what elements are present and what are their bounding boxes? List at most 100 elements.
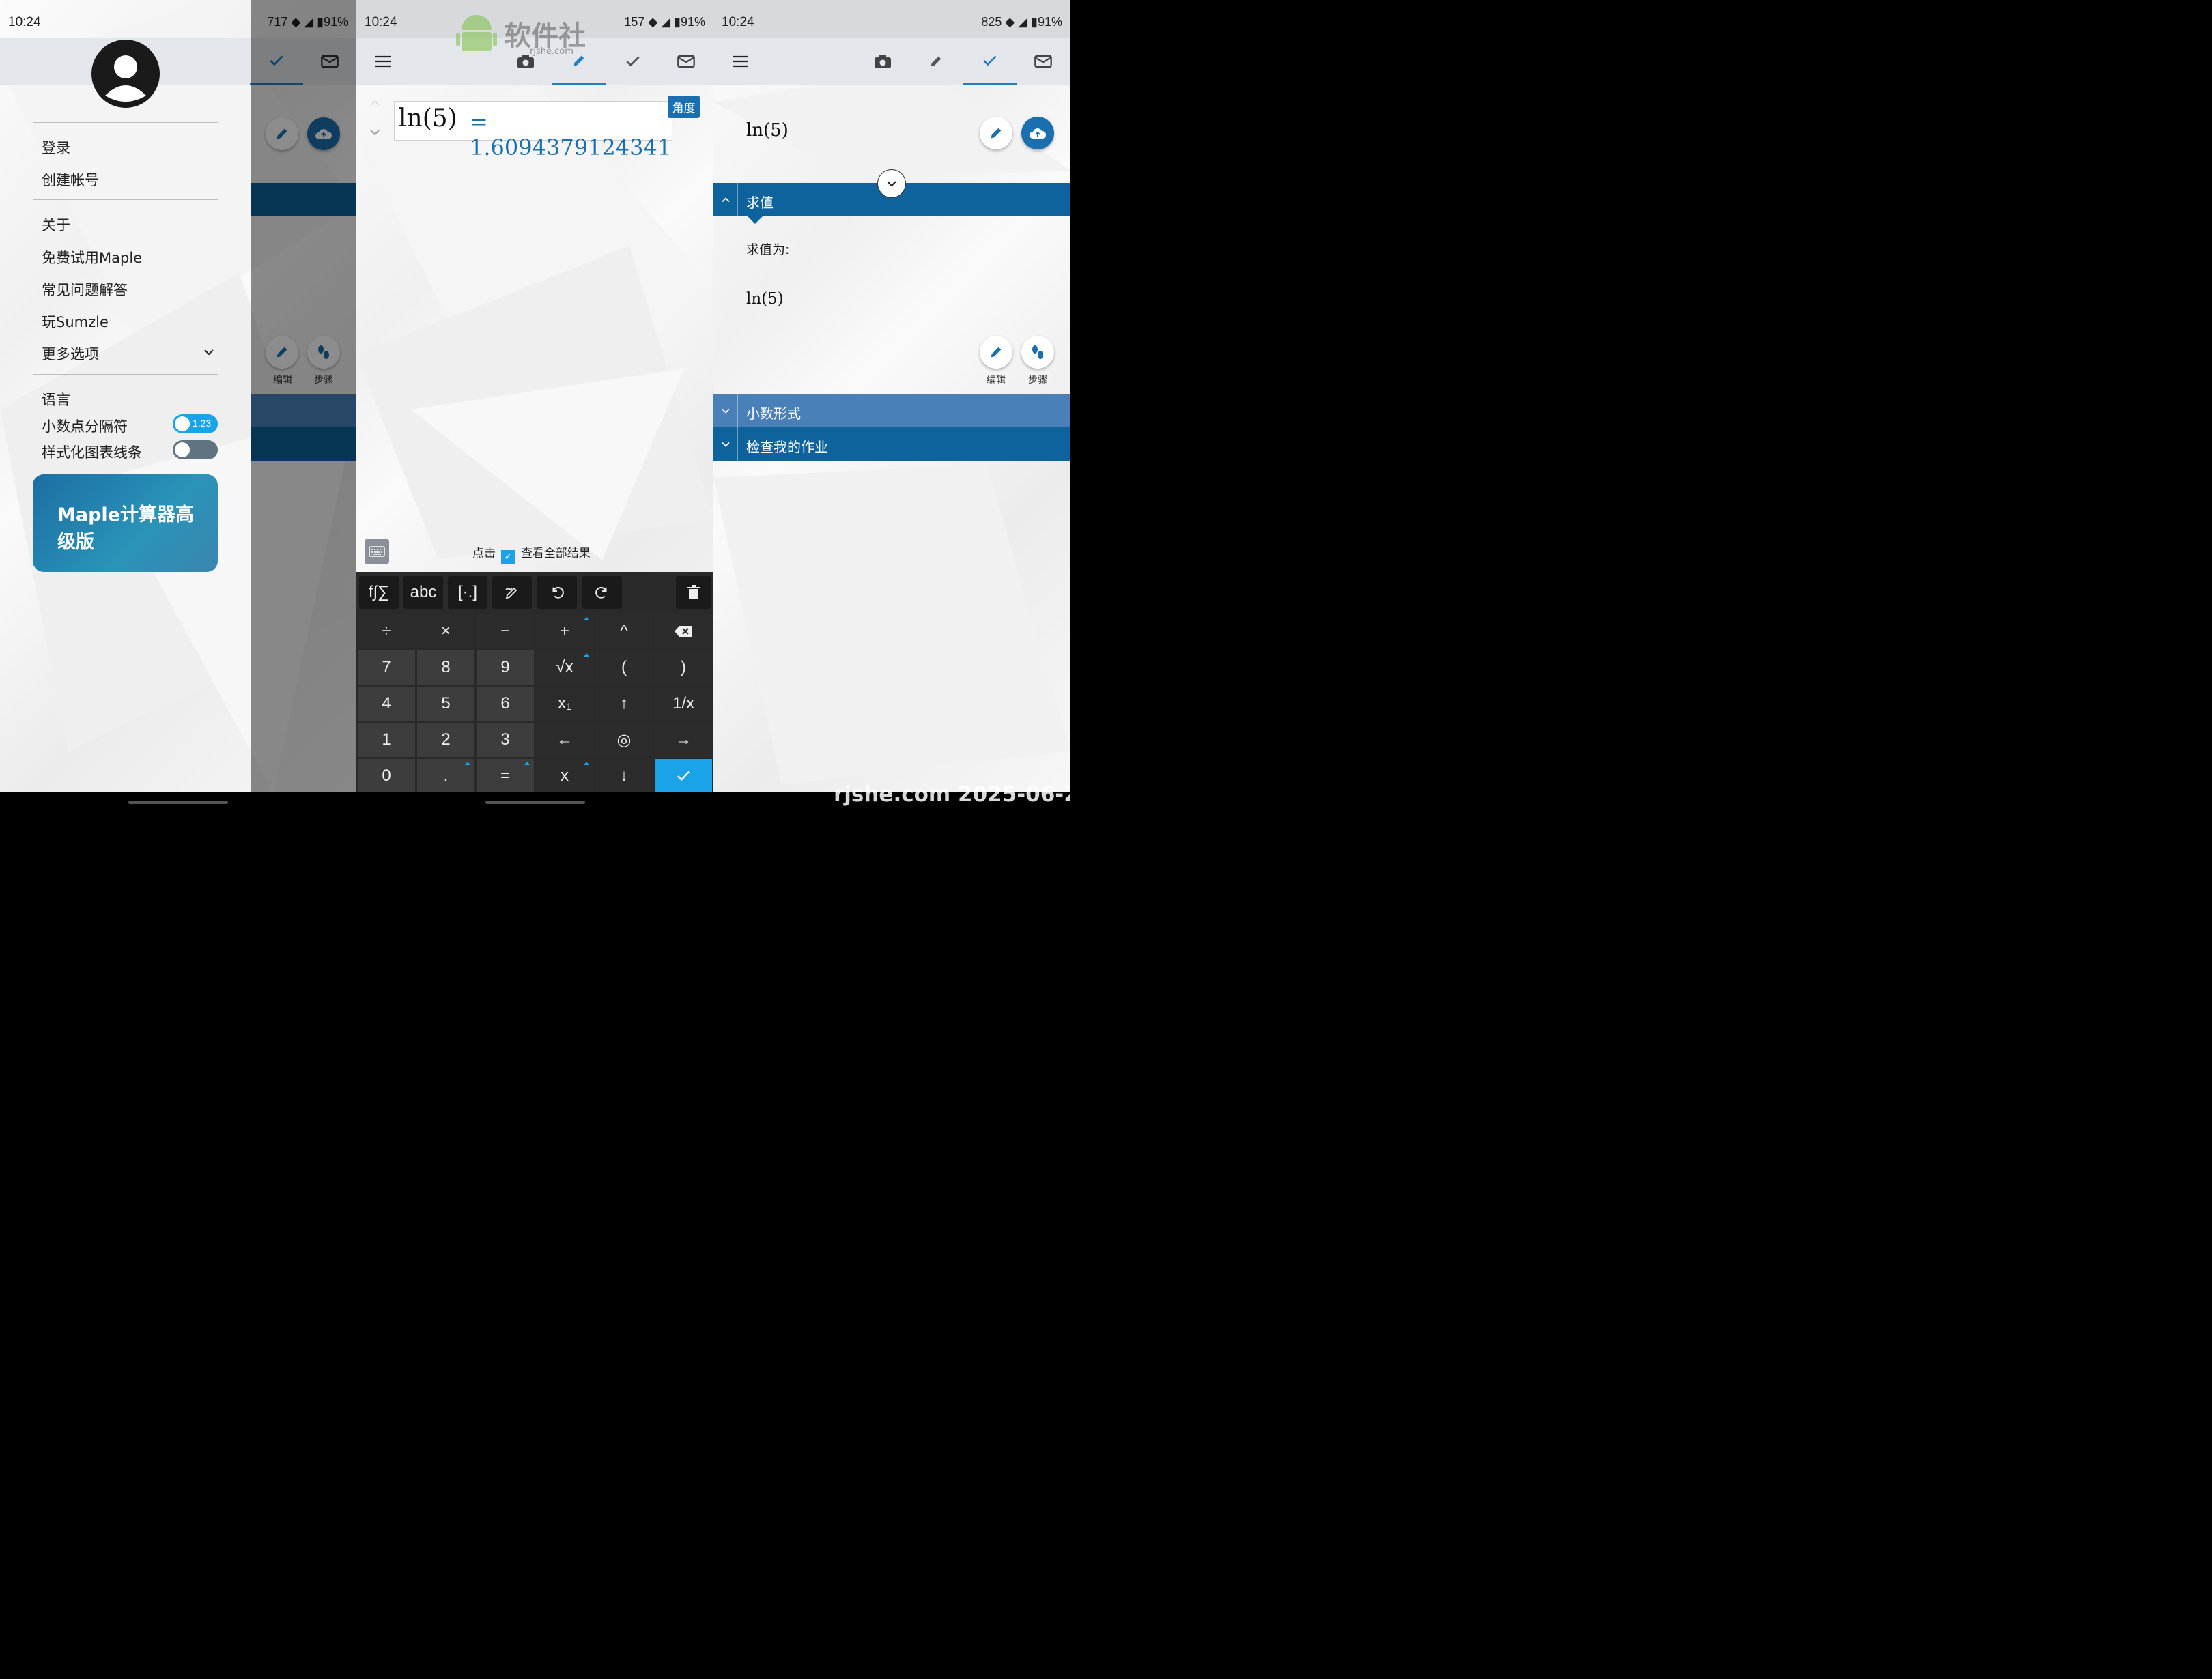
section-toggle[interactable] [713, 427, 738, 461]
section-toggle[interactable] [713, 183, 738, 216]
menu-login[interactable]: 登录 [42, 137, 70, 158]
key[interactable]: ) [655, 650, 712, 685]
expression-box[interactable]: ln(5) = 1.6094379124341 [394, 101, 672, 160]
menu-language[interactable]: 语言 [42, 389, 70, 410]
menu-more-options[interactable]: 更多选项 [42, 343, 99, 364]
key-handwriting[interactable] [492, 576, 532, 609]
key[interactable]: ← [536, 723, 593, 757]
key-label: ) [681, 658, 686, 676]
alt-key-indicator [465, 762, 470, 765]
watermark-top-sub: rjshe.com [530, 46, 573, 57]
key[interactable]: × [417, 614, 474, 648]
key-functions[interactable]: f∫∑ [359, 576, 399, 609]
backspace-icon [675, 626, 692, 637]
menu-button[interactable] [356, 38, 410, 85]
key[interactable]: 9 [477, 650, 534, 685]
keyboard-toggle-button[interactable] [365, 539, 389, 564]
key[interactable]: − [477, 614, 534, 648]
camera-icon [875, 55, 891, 68]
premium-promo-card[interactable]: Maple计算器高级版 [33, 474, 218, 572]
tab-edit[interactable] [909, 38, 963, 85]
decimal-separator-toggle[interactable]: 1.23 [173, 414, 218, 433]
screenshot-stage: 10:24 717 ◆ ◢ ▮91% 编辑 步骤 登录 创建帐号 关于 免费试用… [0, 0, 1070, 813]
edit-button[interactable] [980, 117, 1012, 149]
steps-button[interactable] [1021, 336, 1054, 369]
section-check-title: 检查我的作业 [746, 439, 828, 455]
key[interactable]: 5 [417, 687, 474, 721]
status-time: 10:24 [365, 15, 397, 29]
key[interactable]: = [477, 759, 534, 793]
key[interactable]: . [417, 759, 474, 793]
key-redo[interactable] [582, 576, 622, 609]
menu-faq[interactable]: 常见问题解答 [42, 279, 128, 300]
key[interactable]: ◎ [595, 723, 653, 757]
key-undo[interactable] [537, 576, 577, 609]
upload-button[interactable] [1021, 117, 1054, 149]
redo-icon [595, 586, 607, 599]
key[interactable]: 3 [477, 723, 534, 757]
key[interactable]: x [536, 759, 593, 793]
mail-icon [1034, 55, 1052, 68]
menu-button[interactable] [713, 38, 767, 85]
key-label: x [561, 766, 569, 785]
key[interactable]: ↑ [595, 687, 653, 721]
chevron-down-icon[interactable] [203, 348, 214, 356]
chevron-down-icon[interactable] [369, 128, 381, 137]
user-icon [105, 55, 146, 102]
mail-icon [677, 55, 695, 68]
key-abc[interactable]: abc [403, 576, 443, 609]
tab-mail[interactable] [660, 38, 713, 85]
key-label: = [500, 766, 510, 785]
key-backspace[interactable] [655, 614, 712, 648]
tab-mail[interactable] [1017, 38, 1070, 85]
key[interactable]: ( [595, 650, 653, 685]
key-clear[interactable] [676, 576, 711, 609]
key[interactable]: 6 [477, 687, 534, 721]
menu-about[interactable]: 关于 [42, 214, 70, 235]
key-label: ← [556, 730, 573, 749]
hint-suffix: 查看全部结果 [520, 547, 591, 560]
section-toggle[interactable] [713, 394, 738, 427]
key[interactable]: 7 [358, 650, 415, 685]
key[interactable]: → [655, 723, 712, 757]
chart-style-toggle[interactable] [173, 440, 218, 459]
chevron-up-icon[interactable] [369, 99, 381, 107]
tab-camera[interactable] [856, 38, 909, 85]
drawer-scrim[interactable] [251, 0, 356, 792]
section-decimal[interactable]: 小数形式 [713, 394, 1070, 427]
toggle-knob [175, 416, 190, 431]
key-matrix[interactable]: [·.] [448, 576, 487, 609]
key[interactable]: x₁ [536, 687, 593, 721]
menu-free-trial[interactable]: 免费试用Maple [42, 247, 142, 268]
key-label: ↓ [620, 766, 628, 785]
key[interactable]: 0 [358, 759, 415, 793]
check-inline-icon: ✓ [501, 550, 515, 564]
key[interactable]: 1 [358, 723, 415, 757]
tab-check[interactable] [963, 38, 1017, 85]
tab-check[interactable] [606, 38, 660, 85]
key-enter[interactable] [655, 759, 712, 793]
divider [33, 374, 218, 375]
undo-icon [552, 586, 564, 599]
key[interactable]: 4 [358, 687, 415, 721]
key[interactable]: 2 [417, 723, 474, 757]
angle-mode-badge[interactable]: 角度 [668, 96, 700, 118]
edit-button-2[interactable] [980, 336, 1012, 369]
key[interactable]: √x [536, 650, 593, 685]
menu-create-account[interactable]: 创建帐号 [42, 169, 99, 190]
toggle-knob [175, 442, 190, 457]
collapse-all-button[interactable] [877, 169, 906, 198]
key[interactable]: + [536, 614, 593, 648]
key[interactable]: 1/x [655, 687, 712, 721]
key-label: × [440, 622, 451, 640]
avatar[interactable] [91, 40, 160, 108]
section-evaluate-title: 求值 [746, 195, 774, 211]
key[interactable]: ↓ [595, 759, 653, 793]
key[interactable]: ^ [595, 614, 653, 648]
key[interactable]: ÷ [358, 614, 415, 648]
key[interactable]: 8 [417, 650, 474, 685]
key-label: ↑ [620, 694, 628, 713]
chevron-down-icon [721, 408, 730, 414]
section-check-work[interactable]: 检查我的作业 [713, 427, 1070, 461]
menu-sumzle[interactable]: 玩Sumzle [42, 311, 109, 332]
